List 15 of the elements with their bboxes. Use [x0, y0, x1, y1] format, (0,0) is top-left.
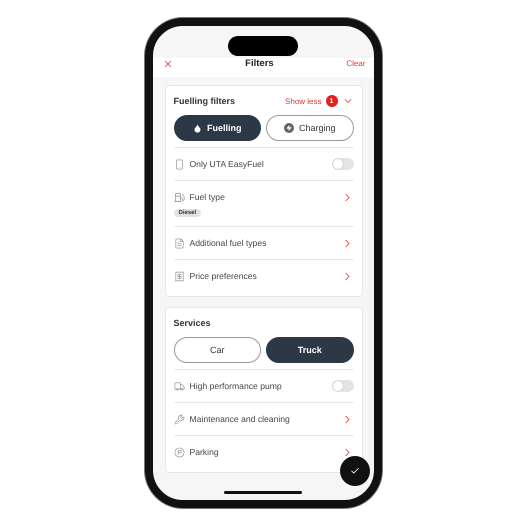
row-label: Additional fuel types — [190, 238, 268, 248]
row-label: High performance pump — [190, 381, 283, 391]
segment-tab[interactable]: Fuelling — [174, 115, 261, 141]
screen-title: Filters — [245, 58, 274, 69]
clear-link[interactable]: Clear — [346, 59, 366, 68]
row-label: Parking — [190, 447, 220, 457]
segment-tab[interactable]: Truck — [266, 337, 354, 363]
row-label: Price preferences — [190, 271, 258, 281]
row-label: Maintenance and cleaning — [190, 414, 291, 424]
segment-tab[interactable]: Charging — [266, 115, 354, 141]
row-label: Fuel type — [190, 192, 226, 202]
segment-tab[interactable]: Car — [174, 337, 261, 363]
section-title: Fuelling filters — [174, 96, 236, 106]
section-title: Services — [174, 318, 211, 328]
row-label: Only UTA EasyFuel — [190, 159, 265, 169]
